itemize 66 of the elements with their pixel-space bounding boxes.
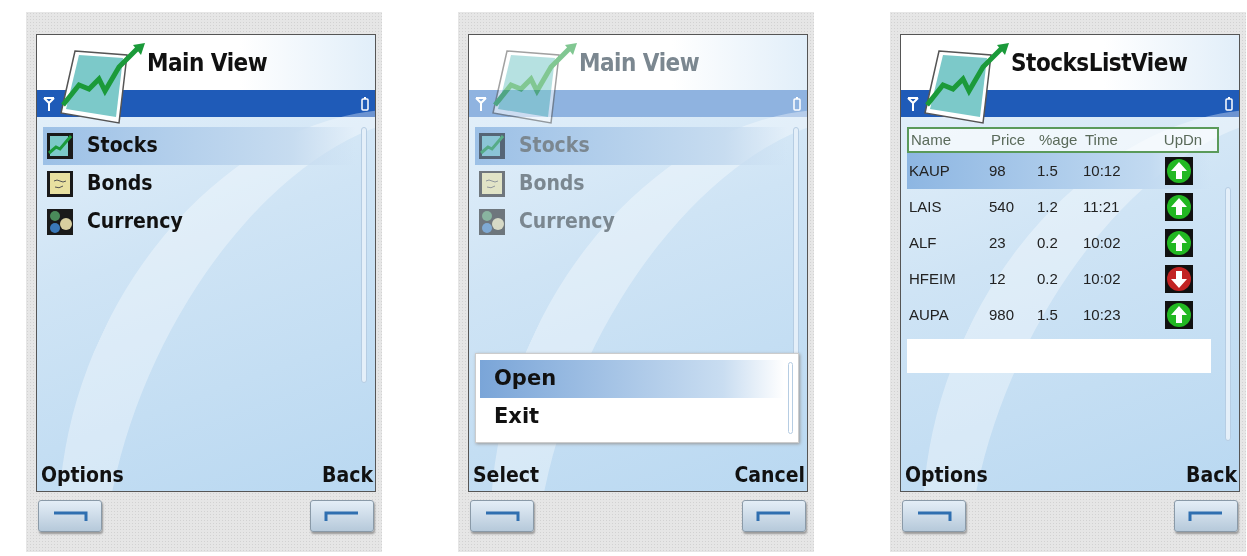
- right-softkey-button[interactable]: [1174, 500, 1238, 532]
- table-cell-text: 0.2: [1037, 232, 1059, 253]
- table-cell-text: 980: [989, 304, 1016, 325]
- softkey-label[interactable]: Back: [1186, 463, 1237, 487]
- left-softkey-button[interactable]: [902, 500, 966, 532]
- table-cell-text: 10:23: [1083, 304, 1122, 325]
- screen-title: Main View: [579, 47, 700, 79]
- table-cell-text: 1.2: [1037, 196, 1059, 217]
- table-cell-text: 0.2: [1037, 268, 1059, 289]
- column-header: Time: [1085, 129, 1119, 150]
- softkey-label[interactable]: Options: [41, 463, 124, 487]
- table-row[interactable]: LAIS 540 1.2 11:21: [907, 189, 1211, 225]
- chart-icon: [479, 133, 505, 159]
- signal-antenna-icon: [907, 96, 919, 111]
- table-cell-text: LAIS: [908, 196, 943, 217]
- column-header: Price: [991, 129, 1027, 150]
- table-cell-text: KAUP: [908, 160, 951, 181]
- table-row[interactable]: ALF 23 0.2 10:02: [907, 225, 1211, 261]
- softkey-label[interactable]: Select: [473, 463, 539, 487]
- right-softkey-button[interactable]: [742, 500, 806, 532]
- note-icon: [479, 171, 505, 197]
- table-cell-text: 11:21: [1083, 196, 1121, 217]
- table-cell-text: ALF: [908, 232, 938, 253]
- table-cell-text: AUPA: [908, 304, 950, 325]
- table-cell-text: 98: [989, 160, 1007, 181]
- table-cell-text: 1.5: [1037, 304, 1059, 325]
- bracket-icon: [1188, 510, 1224, 522]
- table-cell-text: 1.5: [1037, 160, 1059, 181]
- list-item[interactable]: Bonds: [43, 165, 355, 203]
- softkey-label[interactable]: Cancel: [734, 463, 805, 487]
- coins-icon: [47, 209, 73, 235]
- left-softkey-button[interactable]: [470, 500, 534, 532]
- battery-icon: [361, 96, 369, 111]
- softkey-label[interactable]: Back: [322, 463, 373, 487]
- table-row[interactable]: HFEIM 12 0.2 10:02: [907, 261, 1211, 297]
- list-item[interactable]: Currency: [43, 203, 355, 241]
- bracket-icon: [52, 510, 88, 522]
- screen-title: Main View: [147, 47, 268, 79]
- screen-title: StocksListView: [1011, 47, 1188, 79]
- table-cell-text: 10:02: [1083, 232, 1122, 253]
- signal-antenna-icon: [475, 96, 487, 111]
- battery-icon: [1225, 96, 1233, 111]
- bracket-icon: [756, 510, 792, 522]
- table-cell-text: 10:02: [1083, 268, 1122, 289]
- right-softkey-button[interactable]: [310, 500, 374, 532]
- table-cell-text: 10:12: [1083, 160, 1122, 181]
- softkey-label[interactable]: Options: [905, 463, 988, 487]
- table-cell-text: 540: [989, 196, 1016, 217]
- menu-item[interactable]: Open: [480, 360, 784, 398]
- coins-icon: [479, 209, 505, 235]
- bracket-icon: [484, 510, 520, 522]
- bracket-icon: [324, 510, 360, 522]
- chart-icon: [47, 133, 73, 159]
- table-row[interactable]: AUPA 980 1.5 10:23: [907, 297, 1211, 333]
- column-header: Name: [910, 129, 952, 150]
- left-softkey-button[interactable]: [38, 500, 102, 532]
- column-header: UpDn: [1162, 129, 1204, 150]
- bracket-icon: [916, 510, 952, 522]
- table-cell-text: 12: [989, 268, 1007, 289]
- signal-antenna-icon: [43, 96, 55, 111]
- column-header: %age: [1039, 129, 1079, 150]
- battery-icon: [793, 96, 801, 111]
- note-icon: [47, 171, 73, 197]
- menu-item[interactable]: Exit: [480, 398, 784, 436]
- table-cell-text: 23: [989, 232, 1007, 253]
- table-cell-text: HFEIM: [908, 268, 957, 289]
